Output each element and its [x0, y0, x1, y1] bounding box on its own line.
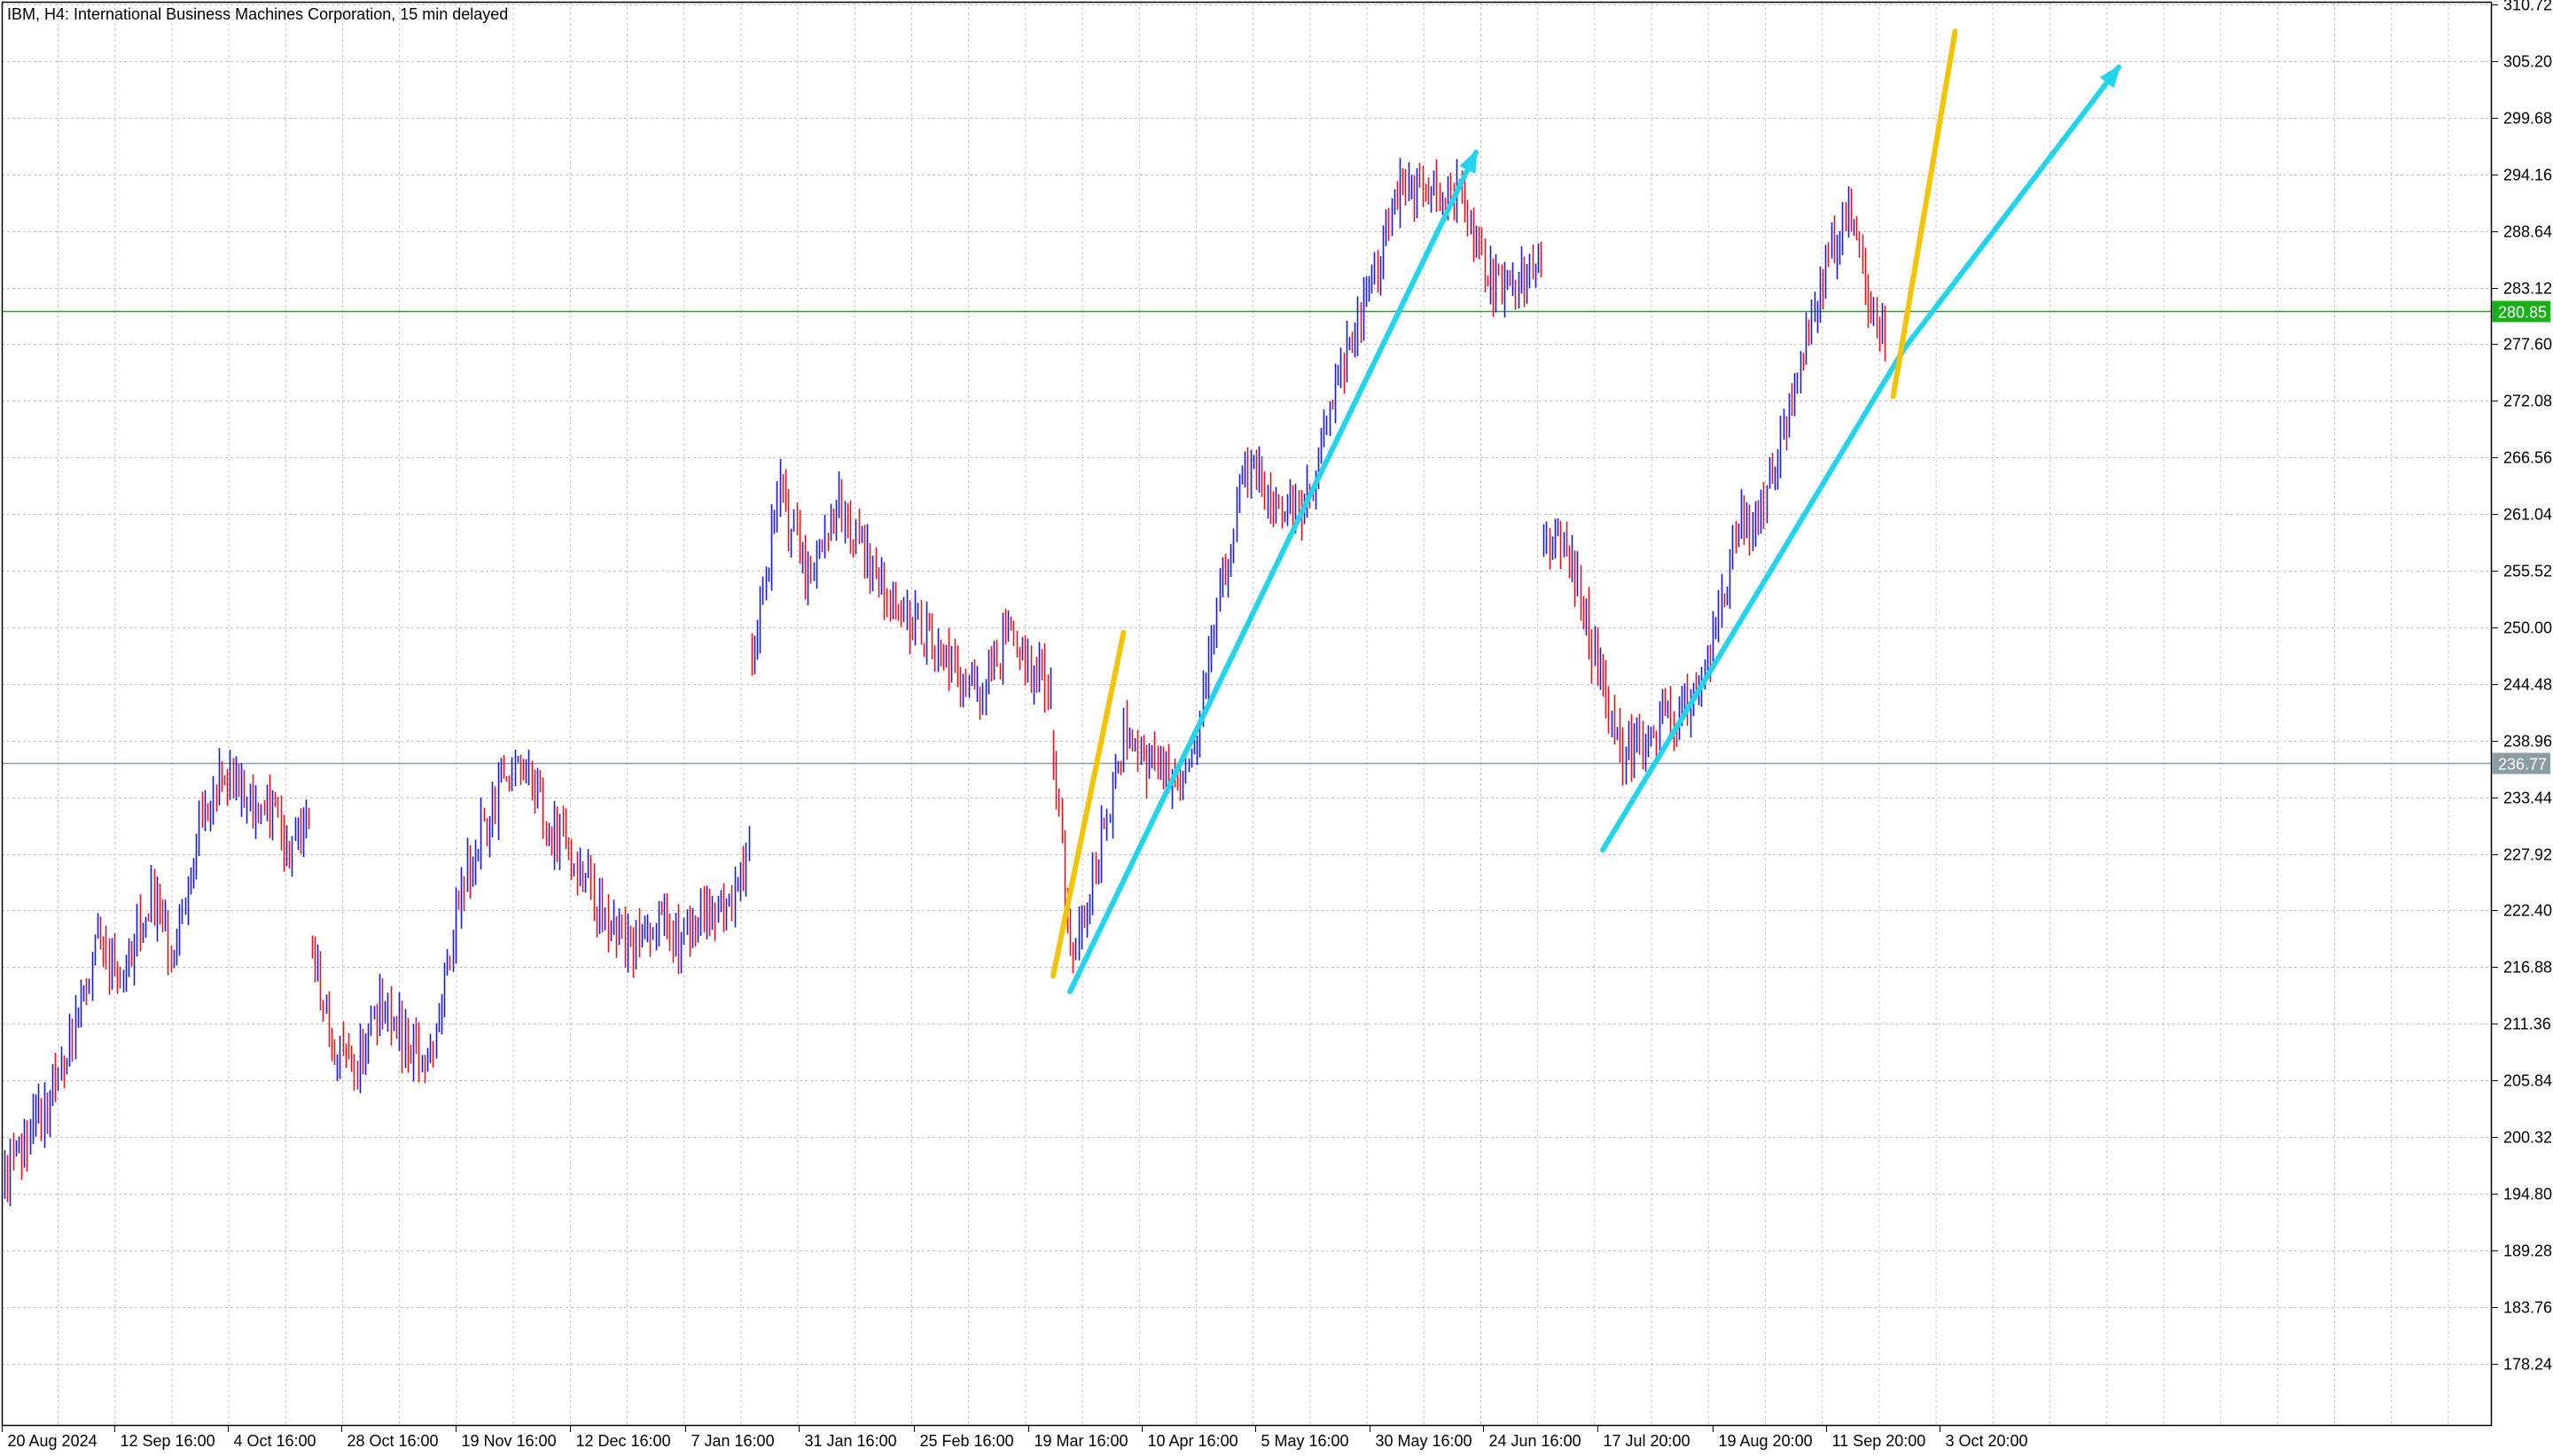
price-tick-label: 211.36 [2503, 1016, 2551, 1033]
price-tick-label: 183.76 [2503, 1299, 2552, 1317]
time-tick-label: 3 Oct 20:00 [1946, 1432, 2028, 1450]
price-tick-label: 178.24 [2503, 1356, 2552, 1374]
price-tick-label: 277.60 [2503, 336, 2552, 354]
price-tick-label: 189.28 [2503, 1242, 2552, 1260]
time-tick-label: 19 Nov 16:00 [462, 1432, 557, 1450]
grid [2, 2, 2491, 1425]
candles [4, 158, 1886, 1207]
reference-price-label: 236.77 [2498, 756, 2547, 774]
time-tick-label: 31 Jan 16:00 [805, 1432, 897, 1450]
price-tick-label: 261.04 [2503, 506, 2552, 524]
time-tick-label: 5 May 16:00 [1261, 1432, 1349, 1450]
price-tick-label: 294.16 [2503, 167, 2552, 184]
price-chart-svg[interactable]: 310.72 305.20 299.68 294.16 288.64 283.12 277.… [0, 0, 2553, 1452]
price-tick-label: 238.96 [2503, 733, 2552, 751]
price-tick-label: 266.56 [2503, 449, 2552, 467]
trend-line [1600, 346, 1908, 853]
time-tick-label: 19 Mar 16:00 [1034, 1432, 1128, 1450]
plot-border [1, 1, 2493, 1427]
time-tick-label: 19 Aug 20:00 [1719, 1432, 1813, 1450]
trend-line [1890, 28, 1958, 400]
time-tick-label: 24 Jun 16:00 [1489, 1432, 1581, 1450]
horizontal-price-lines [2, 310, 2491, 765]
trend-arrow [1067, 149, 1479, 994]
time-tick-label: 28 Oct 16:00 [347, 1432, 439, 1450]
arrow-head [1459, 149, 1478, 175]
price-tick-label: 233.44 [2503, 790, 2552, 807]
time-tick-label: 25 Feb 16:00 [920, 1432, 1014, 1450]
price-tick-label: 299.68 [2503, 110, 2552, 128]
chart: 310.72 305.20 299.68 294.16 288.64 283.12 277.… [0, 0, 2553, 1452]
chart-frame [1, 1, 2493, 1427]
price-tick-label: 222.40 [2503, 902, 2552, 920]
price-tick-label: 200.32 [2503, 1129, 2552, 1147]
time-tick-label: 11 Sep 20:00 [1832, 1432, 1926, 1450]
price-tick-label: 255.52 [2503, 563, 2552, 580]
time-axis: 20 Aug 2024 12 Sep 16:00 4 Oct 16:00 28 Oct… [2, 1425, 2028, 1450]
price-tick-label: 310.72 [2503, 0, 2552, 14]
time-tick-label: 30 May 16:00 [1376, 1432, 1472, 1450]
time-tick-label: 17 Jul 20:00 [1604, 1432, 1690, 1450]
time-tick-label: 10 Apr 16:00 [1148, 1432, 1238, 1450]
chart-title: IBM, H4: International Business Machines… [7, 5, 508, 23]
price-tick-label: 250.00 [2503, 619, 2552, 637]
time-tick-label: 12 Sep 16:00 [121, 1432, 215, 1450]
price-tick-label: 205.84 [2503, 1072, 2552, 1090]
price-tick-label: 194.80 [2503, 1186, 2552, 1203]
current-price-label: 280.85 [2498, 304, 2547, 322]
time-tick-label: 7 Jan 16:00 [691, 1432, 775, 1450]
price-tick-label: 288.64 [2503, 223, 2552, 241]
time-tick-label: 4 Oct 16:00 [234, 1432, 316, 1450]
time-tick-label: 12 Dec 16:00 [576, 1432, 671, 1450]
price-tick-label: 216.88 [2503, 959, 2552, 977]
price-tick-label: 272.08 [2503, 393, 2552, 410]
time-tick-label: 20 Aug 2024 [8, 1432, 98, 1450]
price-tick-label: 305.20 [2503, 53, 2552, 71]
price-axis: 310.72 305.20 299.68 294.16 288.64 283.12 277.… [2491, 0, 2552, 1374]
price-tick-label: 283.12 [2503, 280, 2552, 298]
price-tick-label: 227.92 [2503, 846, 2552, 864]
price-tick-label: 244.48 [2503, 676, 2552, 694]
